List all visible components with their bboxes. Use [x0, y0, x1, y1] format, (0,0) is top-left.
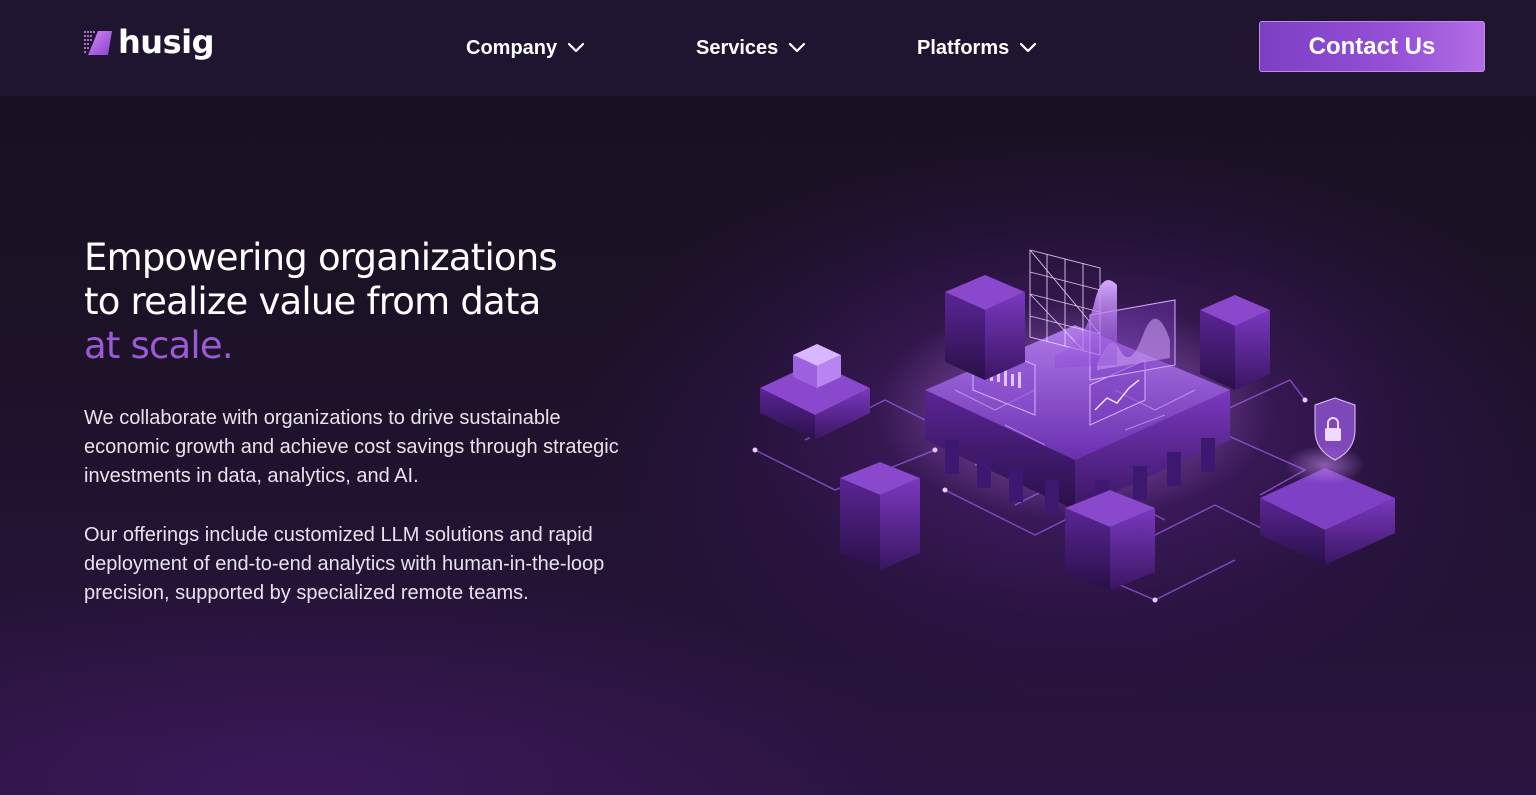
paragraph-line: investments in data, analytics, and AI. [84, 465, 419, 487]
isometric-data-platform-illustration [752, 249, 1395, 603]
nav-company[interactable]: Company [466, 34, 585, 62]
logo-text: husig [118, 23, 214, 61]
site-header: husig Company Services Platforms Contact… [0, 0, 1536, 96]
hero-paragraph-2: Our offerings include customized LLM sol… [84, 521, 674, 608]
hero-title-line-1: Empowering organizations [84, 236, 558, 279]
cube-left [760, 344, 870, 440]
nav-company-label: Company [466, 36, 558, 59]
hero-title-accent: at scale. [84, 324, 234, 367]
chevron-down-icon [568, 42, 585, 53]
nav-platforms[interactable]: Platforms [917, 34, 1037, 62]
nav-services[interactable]: Services [696, 34, 806, 62]
security-platform [1260, 397, 1395, 565]
nav-platforms-label: Platforms [917, 36, 1010, 59]
chevron-down-icon [789, 42, 806, 53]
paragraph-line: We collaborate with organizations to dri… [84, 407, 561, 429]
server-tower-bottom-middle [1065, 490, 1155, 590]
hero-title: Empowering organizations to realize valu… [84, 236, 684, 368]
nav-services-label: Services [696, 36, 779, 59]
hero-paragraph-1: We collaborate with organizations to dri… [84, 404, 674, 491]
paragraph-line: precision, supported by specialized remo… [84, 582, 529, 604]
paragraph-line: deployment of end-to-end analytics with … [84, 553, 605, 575]
paragraph-line: Our offerings include customized LLM sol… [84, 524, 593, 546]
logo-link[interactable]: husig [84, 20, 214, 64]
hero-title-line-2: to realize value from data [84, 280, 541, 323]
contact-us-button[interactable]: Contact Us [1259, 21, 1485, 72]
paragraph-line: economic growth and achieve cost savings… [84, 436, 619, 458]
husig-logo-mark-icon [84, 31, 112, 55]
server-tower-bottom-left [840, 462, 920, 570]
server-tower-right [1200, 295, 1270, 390]
chevron-down-icon [1020, 42, 1037, 53]
server-tower-left [945, 275, 1025, 380]
